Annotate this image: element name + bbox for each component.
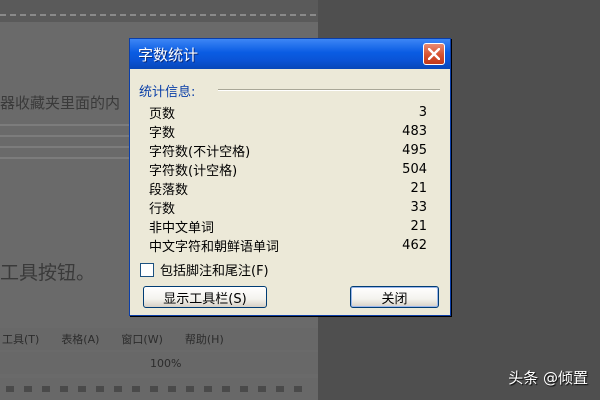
stat-label: 中文字符和朝鲜语单词 — [149, 240, 280, 255]
background-menubar: 工具(T) 表格(A) 窗口(W) 帮助(H) — [0, 328, 318, 350]
zoom-value: 100% — [150, 356, 182, 370]
word-count-dialog: 字数统计 统计信息: 页数 3 字数 483 字符数(不计空格) 495 字符数… — [129, 38, 451, 316]
stat-value: 495 — [402, 143, 427, 158]
background-heading-2: 工具按钮。 — [0, 262, 96, 284]
stat-label: 字数 — [149, 126, 176, 141]
stat-row-paragraphs: 段落数 21 — [149, 179, 427, 198]
close-button[interactable]: 关闭 — [350, 286, 439, 308]
stat-value: 483 — [402, 124, 427, 139]
menu-item-tools: 工具(T) — [2, 333, 40, 346]
stat-row-words: 字数 483 — [149, 122, 427, 141]
menu-item-help: 帮助(H) — [184, 333, 224, 346]
include-footnotes-option[interactable]: 包括脚注和尾注(F) — [140, 260, 269, 279]
stat-row-chars-with-spaces: 字符数(计空格) 504 — [149, 160, 427, 179]
stat-value: 462 — [402, 238, 427, 253]
stat-row-asian-chars: 中文字符和朝鲜语单词 462 — [149, 236, 427, 255]
stat-label: 页数 — [149, 107, 176, 122]
background-toolbar: 100% — [0, 352, 318, 374]
stat-label: 字符数(计空格) — [149, 164, 238, 179]
stat-label: 字符数(不计空格) — [149, 145, 251, 160]
close-icon[interactable] — [423, 43, 445, 65]
background-heading-1: 器收藏夹里面的内 — [0, 94, 121, 112]
stat-value: 21 — [410, 181, 427, 196]
dialog-titlebar[interactable]: 字数统计 — [130, 39, 450, 69]
stat-label: 行数 — [149, 202, 176, 217]
show-toolbar-button[interactable]: 显示工具栏(S) — [143, 286, 267, 308]
dialog-title: 字数统计 — [138, 45, 199, 64]
stat-value: 3 — [418, 105, 427, 120]
background-ruler — [0, 0, 318, 22]
stat-value: 33 — [410, 200, 427, 215]
group-divider — [218, 89, 440, 91]
statistics-list: 页数 3 字数 483 字符数(不计空格) 495 字符数(计空格) 504 段… — [149, 103, 427, 255]
stat-value: 504 — [402, 162, 427, 177]
stat-row-pages: 页数 3 — [149, 103, 427, 122]
menu-item-window: 窗口(W) — [121, 333, 163, 346]
stat-value: 21 — [410, 219, 427, 234]
stat-row-non-chinese-words: 非中文单词 21 — [149, 217, 427, 236]
statistics-group-label: 统计信息: — [139, 85, 196, 100]
background-text-lines — [0, 124, 140, 168]
background-toolbar-icons — [0, 378, 318, 400]
stat-label: 段落数 — [149, 183, 189, 198]
include-footnotes-checkbox[interactable] — [140, 262, 154, 277]
menu-item-table: 表格(A) — [61, 333, 100, 346]
watermark: 头条 @倾置 — [508, 369, 588, 387]
include-footnotes-label[interactable]: 包括脚注和尾注(F) — [160, 260, 269, 279]
stat-row-chars-no-spaces: 字符数(不计空格) 495 — [149, 141, 427, 160]
stat-label: 非中文单词 — [149, 221, 215, 236]
stat-row-lines: 行数 33 — [149, 198, 427, 217]
